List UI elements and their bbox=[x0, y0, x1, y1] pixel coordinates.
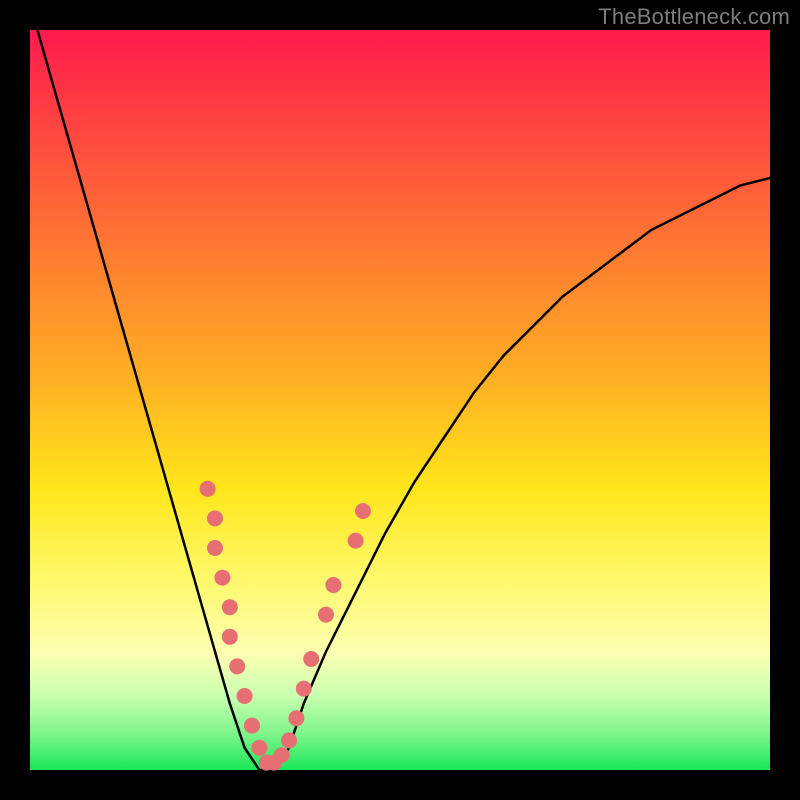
highlight-dot bbox=[229, 658, 245, 674]
chart-frame: TheBottleneck.com bbox=[0, 0, 800, 800]
highlight-dot bbox=[288, 710, 304, 726]
highlight-dot bbox=[222, 629, 238, 645]
highlight-dot bbox=[222, 599, 238, 615]
highlight-dot bbox=[207, 510, 223, 526]
highlight-dots-group bbox=[200, 481, 371, 771]
highlight-dot bbox=[237, 688, 253, 704]
highlight-dot bbox=[207, 540, 223, 556]
highlight-dot bbox=[318, 607, 334, 623]
highlight-dot bbox=[348, 533, 364, 549]
curve-layer bbox=[30, 30, 770, 770]
highlight-dot bbox=[274, 747, 290, 763]
highlight-dot bbox=[296, 681, 312, 697]
highlight-dot bbox=[355, 503, 371, 519]
highlight-dot bbox=[251, 740, 267, 756]
highlight-dot bbox=[214, 570, 230, 586]
watermark-text: TheBottleneck.com bbox=[598, 4, 790, 30]
bottleneck-v-curve bbox=[37, 30, 770, 770]
highlight-dot bbox=[281, 732, 297, 748]
highlight-dot bbox=[244, 718, 260, 734]
highlight-dot bbox=[200, 481, 216, 497]
highlight-dot bbox=[325, 577, 341, 593]
highlight-dot bbox=[303, 651, 319, 667]
plot-area bbox=[30, 30, 770, 770]
